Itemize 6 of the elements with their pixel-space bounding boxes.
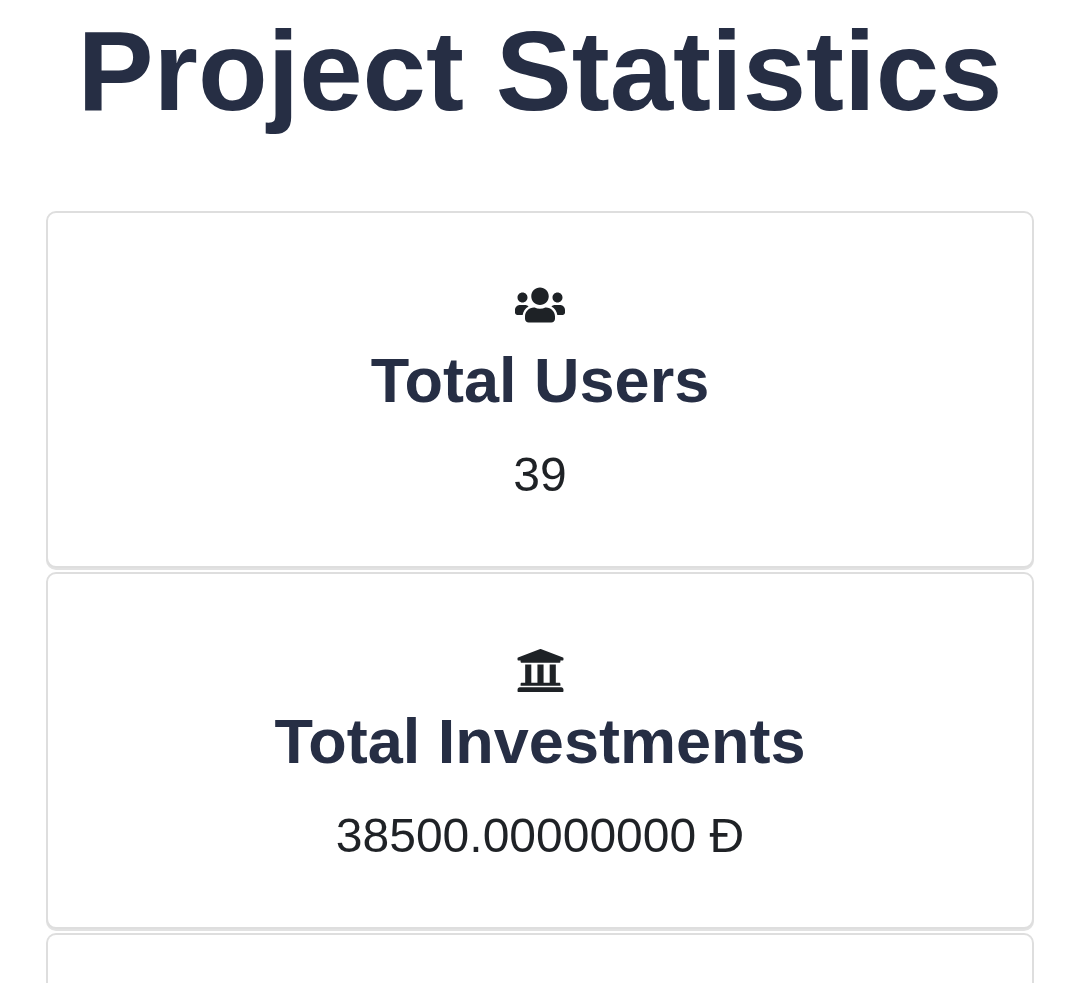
- stat-label: Total Users: [370, 344, 710, 417]
- stat-value: 38500.00000000 Đ: [335, 808, 745, 864]
- stat-value: 39: [513, 447, 567, 503]
- page-title: Project Statistics: [77, 6, 1003, 136]
- users-icon: [515, 285, 565, 325]
- stat-label: Total Investments: [274, 705, 806, 778]
